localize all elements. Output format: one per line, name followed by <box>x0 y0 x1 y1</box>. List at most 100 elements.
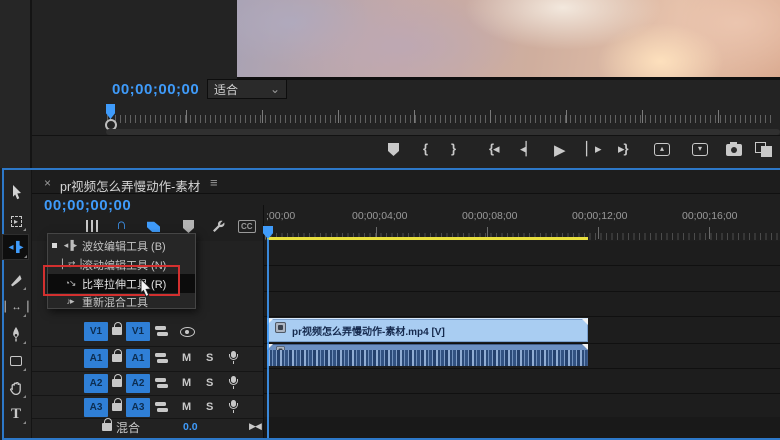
ruler-label: 00;00;04;00 <box>352 210 408 222</box>
zoom-fit-select[interactable]: 适合 ⌄ <box>207 79 287 99</box>
lane-separator <box>196 368 780 369</box>
nested-sequence-icon[interactable] <box>86 220 98 232</box>
lock-icon-a2[interactable] <box>112 374 122 387</box>
clip-corner-handle <box>582 319 588 325</box>
mouse-cursor <box>140 278 153 298</box>
solo-button-a2[interactable]: S <box>206 377 213 389</box>
go-to-in-icon[interactable]: {◂ <box>489 141 500 157</box>
audio-waveform <box>268 350 587 358</box>
remix-icon: ♪▸ <box>66 296 74 306</box>
menu-item-ripple-edit-tool[interactable]: ◂▐▸ 波纹编辑工具 (B) <box>48 236 195 255</box>
video-clip[interactable]: pr视频怎么弄慢动作-素材.mp4 [V] <box>267 318 588 342</box>
source-patch-a3[interactable]: A3 <box>84 398 108 417</box>
mix-volume-value[interactable]: 0.0 <box>183 421 198 433</box>
track-target-a2[interactable]: A2 <box>126 374 150 393</box>
clip-corner-handle <box>582 344 588 350</box>
premiere-pro-window: 00;00;00;00 适合 ⌄ { } {◂ ◂▏ ▶ ▏▸ ▸} ▴ ▾ ▸… <box>0 0 780 440</box>
captions-icon[interactable]: CC <box>238 220 256 233</box>
toggle-output-eye-icon-v1[interactable] <box>180 327 195 337</box>
track-select-tool[interactable]: ▸ <box>4 209 28 233</box>
mute-button-a1[interactable]: M <box>182 352 191 364</box>
sync-lock-icon-v1[interactable] <box>155 326 168 337</box>
voiceover-mic-icon-a2[interactable] <box>227 376 239 390</box>
divider <box>31 135 780 136</box>
snap-magnet-icon[interactable]: ∩ <box>116 216 127 233</box>
selection-tool[interactable] <box>4 180 28 204</box>
sync-lock-icon-a3[interactable] <box>155 402 168 413</box>
timeline-timecode[interactable]: 00;00;00;00 <box>44 197 131 214</box>
ruler-label: 00;00;16;00 <box>682 210 738 222</box>
sequence-tab[interactable]: pr视频怎么弄慢动作-素材 <box>60 176 200 195</box>
export-frame-icon[interactable] <box>726 142 742 156</box>
hand-tool[interactable] <box>4 376 28 400</box>
lane-separator <box>196 316 780 317</box>
mute-button-a2[interactable]: M <box>182 377 191 389</box>
menu-item-label: 波纹编辑工具 (B) <box>82 240 166 253</box>
add-marker-icon[interactable] <box>388 143 399 156</box>
lock-icon-mix[interactable] <box>102 418 112 431</box>
voiceover-mic-icon-a3[interactable] <box>227 400 239 414</box>
extract-icon[interactable]: ▾ <box>692 143 708 156</box>
comparison-view-icon[interactable] <box>755 142 773 157</box>
ripple-edit-icon: ◂▐▸ <box>63 240 77 250</box>
pen-tool[interactable] <box>4 322 28 346</box>
sync-lock-icon-a1[interactable] <box>155 353 168 364</box>
lock-icon-a3[interactable] <box>112 398 122 411</box>
source-patch-v1[interactable]: V1 <box>84 322 108 341</box>
slip-icon: ▏↔▕ <box>4 301 28 313</box>
lift-icon[interactable]: ▴ <box>654 143 670 156</box>
header-separator <box>32 371 263 372</box>
comparison-front-square <box>761 146 772 157</box>
panel-menu-icon[interactable]: ≡ <box>210 175 218 190</box>
lock-icon-v1[interactable] <box>112 322 122 335</box>
panel-seam <box>31 0 32 168</box>
track-target-v1[interactable]: V1 <box>126 322 150 341</box>
monitor-scrub-ruler[interactable] <box>106 106 774 124</box>
solo-button-a3[interactable]: S <box>206 401 213 413</box>
track-target-a1[interactable]: A1 <box>126 349 150 368</box>
pan-icon[interactable]: ▶◀ <box>249 421 262 432</box>
sync-lock-icon-a2[interactable] <box>155 378 168 389</box>
mute-button-a3[interactable]: M <box>182 401 191 413</box>
audio-clip[interactable] <box>267 344 588 366</box>
selected-bullet <box>52 243 57 248</box>
slip-tool[interactable]: ▏↔▕ <box>4 295 28 319</box>
monitor-timecode[interactable]: 00;00;00;00 <box>112 81 199 98</box>
track-select-icon: ▸ <box>10 215 22 227</box>
go-to-out-icon[interactable]: ▸} <box>618 141 629 157</box>
source-patch-a2[interactable]: A2 <box>84 374 108 393</box>
step-forward-icon[interactable]: ▏▸ <box>586 141 602 157</box>
selection-arrow-icon <box>12 184 21 199</box>
voiceover-mic-icon-a1[interactable] <box>227 351 239 365</box>
pen-icon <box>13 327 19 342</box>
razor-icon <box>11 274 22 286</box>
chevron-down-icon: ⌄ <box>269 82 280 96</box>
mark-out-icon[interactable]: } <box>451 141 456 156</box>
razor-tool[interactable] <box>4 268 28 292</box>
header-separator <box>32 418 263 419</box>
fx-badge-icon <box>275 322 286 333</box>
mix-track-label: 混合 <box>116 421 141 435</box>
hand-icon <box>9 381 21 395</box>
playhead-line <box>267 239 269 438</box>
preview-bottom-edge <box>237 77 780 80</box>
lane-separator <box>196 393 780 394</box>
annotation-highlight-box <box>43 265 180 296</box>
video-clip-label: pr视频怎么弄慢动作-素材.mp4 [V] <box>292 327 445 338</box>
rectangle-tool[interactable] <box>4 349 28 373</box>
program-monitor-panel: 00;00;00;00 适合 ⌄ { } {◂ ◂▏ ▶ ▏▸ ▸} ▴ ▾ <box>0 0 780 168</box>
ripple-edit-tool-active[interactable]: ◂▐▸ <box>2 234 29 260</box>
type-icon: T <box>10 405 21 422</box>
solo-button-a1[interactable]: S <box>206 352 213 364</box>
play-icon[interactable]: ▶ <box>554 141 566 159</box>
mark-in-icon[interactable]: { <box>423 141 428 156</box>
source-patch-a1[interactable]: A1 <box>84 349 108 368</box>
track-target-a3[interactable]: A3 <box>126 398 150 417</box>
lock-icon-a1[interactable] <box>112 349 122 362</box>
timeline-settings-wrench-icon[interactable] <box>210 217 226 233</box>
below-tracks-area <box>264 417 780 438</box>
step-back-icon[interactable]: ◂▏ <box>520 141 536 157</box>
type-tool[interactable]: T <box>4 402 28 426</box>
close-icon[interactable]: × <box>44 176 51 190</box>
ruler-label: ;00;00 <box>266 210 296 222</box>
